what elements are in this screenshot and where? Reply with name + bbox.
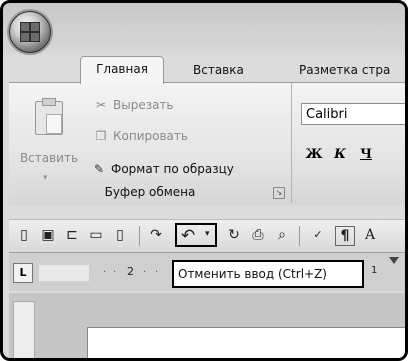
cut-label: Вырезать [113,98,174,112]
ruler-mark-2: 2 [127,265,134,278]
print-icon[interactable]: ⎙ [249,226,267,244]
paste-clipboard-icon [35,98,63,135]
font-style-buttons: ЖКЧ [301,143,379,167]
vertical-ruler [13,301,35,358]
undo-tooltip: Отменить ввод (Ctrl+Z) [172,260,364,288]
show-formatting-icon[interactable]: ¶ [335,226,355,246]
format-painter-button[interactable]: ✎ Формат по образцу [91,159,234,179]
font-group: Calibri ЖКЧ [293,83,405,203]
ruler-tick: · [113,267,117,278]
ruler-margin [39,265,89,281]
tab-selector[interactable]: L [13,263,33,283]
undo-arrow-icon: ↶ [181,226,196,246]
underline-button[interactable]: Ч [353,143,379,167]
office-button[interactable] [9,11,51,53]
ruler-tick: · [155,267,159,278]
tab-insert[interactable]: Вставка [185,58,252,82]
toolbar-separator [299,226,300,246]
office-logo-icon [20,22,40,42]
cut-button[interactable]: ✂ Вырезать [93,95,174,115]
undo-dropdown-icon[interactable]: ▾ [205,229,210,239]
paste-button[interactable]: Вставить ▾ [13,93,85,183]
paste-dropdown-icon[interactable]: ▾ [43,173,48,183]
ruler-tick: · [103,267,107,278]
tab-home[interactable]: Главная [80,56,164,84]
font-name-input[interactable]: Calibri [301,103,405,125]
title-bar [3,3,405,55]
ruler-tick: · [143,267,147,278]
print-preview-icon[interactable]: ⌕ [273,226,291,244]
document-page[interactable] [87,327,405,358]
format-painter-label: Формат по образцу [111,162,234,176]
ruler-mark-1: 1 [371,265,378,276]
copy-button[interactable]: ❐ Копировать [93,126,188,146]
page-icon[interactable]: ▯ [111,226,129,244]
clipboard-group: Вставить ▾ ✂ Вырезать ❐ Копировать ✎ Формат… [9,83,292,203]
save-icon[interactable]: ▣ [39,226,57,244]
dialog-launcher-icon[interactable]: ↘ [273,187,285,199]
repeat-icon[interactable]: ↻ [225,226,243,244]
font-color-icon[interactable]: A [361,226,379,244]
bold-button[interactable]: Ж [301,143,327,167]
tab-page-layout[interactable]: Разметка стра [291,58,398,82]
scissors-icon: ✂ [95,98,107,112]
undo-button[interactable]: ↶ ▾ [175,223,217,247]
brush-icon: ✎ [93,162,105,176]
word-window: Главная Вставка Разметка стра Вставить ▾… [0,0,408,361]
spelling-icon[interactable]: ✓ [309,226,327,244]
copy-icon: ❐ [95,129,107,143]
open-folder-icon[interactable]: ⊏ [63,226,81,244]
indent-marker-icon[interactable] [389,257,399,264]
paste-label: Вставить [19,151,79,165]
italic-button[interactable]: К [327,143,353,167]
toolbar-separator [139,226,140,246]
document-area [9,293,405,358]
copy-label: Копировать [113,129,188,143]
clipboard-group-label: Буфер обмена [104,185,196,199]
quick-access-toolbar: ▯ ▣ ⊏ ▭ ▯ ↷ ↶ ▾ ↻ ⎙ ⌕ ✓ ¶ A [9,219,405,253]
book-icon[interactable]: ▭ [87,226,105,244]
ribbon: Вставить ▾ ✂ Вырезать ❐ Копировать ✎ Формат… [9,82,405,205]
new-document-icon[interactable]: ▯ [15,226,33,244]
redo-icon[interactable]: ↷ [147,226,165,244]
